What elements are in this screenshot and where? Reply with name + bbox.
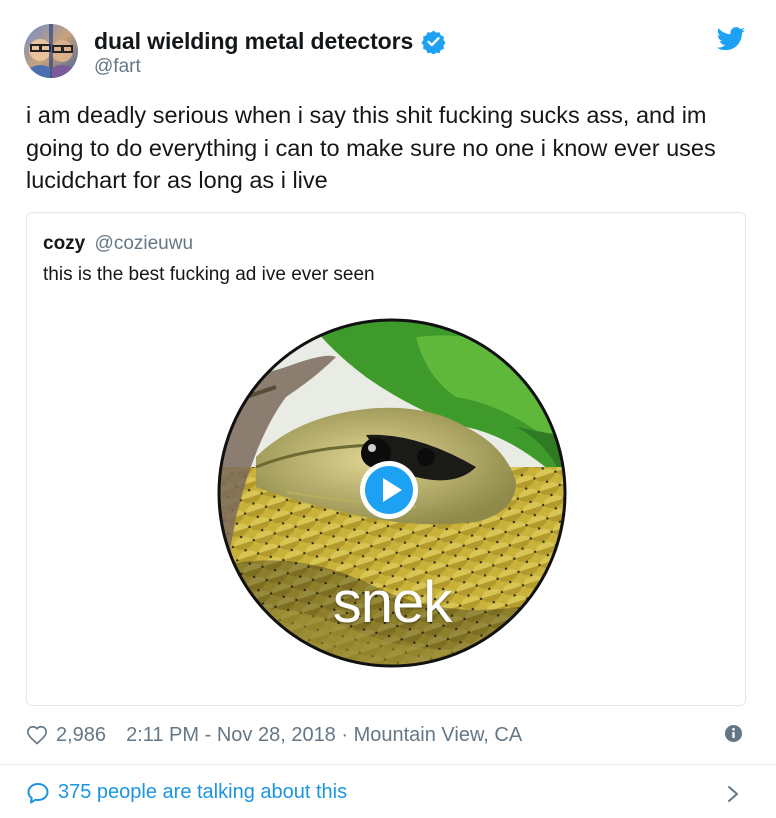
tweet-timestamp[interactable]: 2:11 PM - Nov 28, 2018 · Mountain View, … bbox=[126, 724, 522, 747]
author-avatar[interactable] bbox=[24, 24, 78, 78]
video-thumbnail[interactable]: snek bbox=[216, 317, 568, 669]
tweet-text: i am deadly serious when i say this shit… bbox=[26, 102, 716, 193]
video-caption: snek bbox=[332, 570, 453, 635]
tweet-meta: 2,986 2:11 PM - Nov 28, 2018 · Mountain … bbox=[26, 721, 522, 749]
footer-divider bbox=[0, 764, 776, 765]
quoted-tweet[interactable]: cozy @cozieuwu this is the best fucking … bbox=[26, 212, 746, 706]
heart-icon[interactable] bbox=[26, 724, 48, 746]
like-count[interactable]: 2,986 bbox=[56, 724, 106, 747]
twitter-bird-icon[interactable] bbox=[716, 27, 746, 51]
conversation-link[interactable]: 375 people are talking about this bbox=[26, 781, 347, 804]
speech-bubble-icon bbox=[26, 782, 50, 804]
quoted-author-handle: @cozieuwu bbox=[94, 233, 194, 254]
chevron-right-icon[interactable] bbox=[726, 784, 740, 804]
author-name-row[interactable]: dual wielding metal detectors bbox=[94, 27, 446, 55]
quoted-tweet-text: this is the best fucking ad ive ever see… bbox=[43, 264, 375, 285]
info-icon[interactable] bbox=[724, 724, 743, 743]
conversation-link-label: 375 people are talking about this bbox=[58, 781, 348, 803]
quoted-author-name: cozy bbox=[43, 233, 86, 254]
author-handle[interactable]: @fart bbox=[94, 56, 141, 78]
play-icon bbox=[360, 461, 418, 519]
embedded-tweet: dual wielding metal detectors @fart i am… bbox=[0, 0, 776, 818]
author-name[interactable]: dual wielding metal detectors bbox=[94, 28, 413, 55]
quoted-tweet-header: cozy @cozieuwu bbox=[43, 233, 193, 255]
play-button[interactable] bbox=[358, 459, 420, 521]
verified-badge-icon bbox=[421, 29, 446, 55]
